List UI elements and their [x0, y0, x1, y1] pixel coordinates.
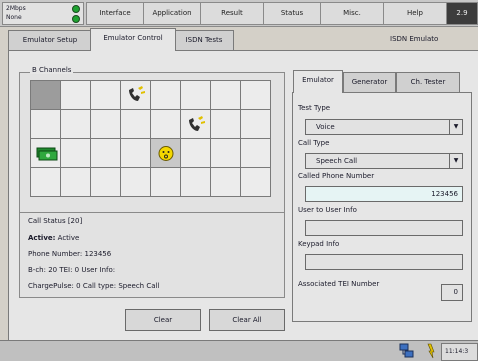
menu-interface[interactable]: Interface [86, 2, 144, 25]
channel-cell[interactable] [151, 110, 181, 139]
channel-cell[interactable] [31, 81, 61, 110]
power-plug-icon[interactable] [424, 343, 438, 359]
channel-cell[interactable] [91, 139, 121, 168]
keypad-info-input[interactable] [305, 254, 463, 270]
channel-cell[interactable] [151, 81, 181, 110]
channel-cell[interactable] [61, 139, 91, 168]
test-type-select[interactable]: Voice ▼ [305, 119, 463, 135]
channel-cell[interactable] [91, 168, 121, 197]
menu-application[interactable]: Application [143, 2, 201, 25]
charge-info-line: ChargePulse: 0 Call type: Speech Call [28, 282, 160, 290]
channel-cell[interactable] [31, 110, 61, 139]
channel-cell[interactable] [91, 110, 121, 139]
menu-misc[interactable]: Misc. [320, 2, 384, 25]
channel-cell[interactable] [61, 110, 91, 139]
channel-cell[interactable] [241, 168, 271, 197]
menu-status[interactable]: Status [263, 2, 321, 25]
channel-cell[interactable] [241, 110, 271, 139]
test-type-label: Test Type [298, 104, 331, 112]
channel-cell[interactable] [151, 168, 181, 197]
network-icon[interactable] [399, 343, 415, 359]
menu-result[interactable]: Result [200, 2, 264, 25]
active-value: Active [57, 234, 80, 242]
status-bar: 11:14:3 [0, 340, 478, 361]
smiley-icon [158, 146, 174, 161]
channel-cell[interactable] [61, 81, 91, 110]
chevron-down-icon: ▼ [449, 120, 462, 134]
channel-cell[interactable] [121, 168, 151, 197]
tab-emulator-setup[interactable]: Emulator Setup [8, 30, 92, 50]
tei-number-label: Associated TEI Number [298, 280, 380, 288]
channel-cell[interactable] [121, 139, 151, 168]
channel-cell[interactable] [211, 81, 241, 110]
user-to-user-label: User to User Info [298, 206, 357, 214]
channel-cell[interactable] [211, 139, 241, 168]
tab-generator[interactable]: Generator [343, 72, 396, 92]
active-label: Active: [28, 234, 56, 242]
active-status: Active: Active [28, 234, 79, 242]
clear-button[interactable]: Clear [125, 309, 201, 331]
chevron-down-icon: ▼ [449, 154, 462, 168]
called-number-value: 123456 [431, 190, 458, 198]
line-rate: 2Mbps [6, 5, 26, 12]
b-channel-info-line: B-ch: 20 TEI: 0 User Info: [28, 266, 116, 274]
channel-cell[interactable] [121, 81, 151, 110]
called-number-label: Called Phone Number [298, 172, 375, 180]
status-led-icon [72, 5, 80, 13]
tei-number-input[interactable]: 0 [441, 284, 463, 301]
call-status-title: Call Status [20] [28, 217, 83, 225]
channel-cell[interactable] [211, 110, 241, 139]
menu-help[interactable]: Help [383, 2, 447, 25]
clear-all-button[interactable]: Clear All [209, 309, 285, 331]
tab-emulator[interactable]: Emulator [293, 70, 343, 93]
clock: 11:14:3 [441, 343, 478, 361]
b-channels-title: B Channels [30, 66, 74, 74]
top-menu-bar: 2Mbps None Interface Application Result … [0, 0, 478, 27]
line-status-box[interactable]: 2Mbps None [2, 2, 84, 25]
called-number-input[interactable]: 123456 [305, 186, 463, 202]
phone-number-line: Phone Number: 123456 [28, 250, 112, 258]
call-type-value: Speech Call [316, 157, 358, 165]
channel-cell[interactable] [151, 139, 181, 168]
keypad-info-label: Keypad Info [298, 240, 340, 248]
tab-ch-tester[interactable]: Ch. Tester [396, 72, 460, 92]
channel-cell[interactable] [241, 139, 271, 168]
tab-emulator-control[interactable]: Emulator Control [90, 28, 176, 51]
phone-ringing-icon [129, 86, 145, 101]
tei-number-value: 0 [453, 288, 458, 296]
channel-cell[interactable] [181, 168, 211, 197]
b-channel-grid [30, 80, 271, 197]
version-label: 2.9 [446, 2, 478, 25]
channel-cell[interactable] [91, 81, 121, 110]
channel-cell[interactable] [211, 168, 241, 197]
money-icon [36, 147, 58, 161]
status-led-icon [72, 15, 80, 23]
channel-cell[interactable] [181, 139, 211, 168]
channel-cell[interactable] [61, 168, 91, 197]
user-to-user-input[interactable] [305, 220, 463, 236]
channel-cell[interactable] [31, 139, 61, 168]
line-mode: None [6, 14, 22, 21]
phone-ringing-icon [189, 116, 205, 131]
tab-isdn-tests[interactable]: ISDN Tests [174, 30, 234, 50]
channel-cell[interactable] [181, 81, 211, 110]
channel-cell[interactable] [121, 110, 151, 139]
call-type-select[interactable]: Speech Call ▼ [305, 153, 463, 169]
section-title: ISDN Emulato [390, 35, 439, 43]
channel-cell[interactable] [181, 110, 211, 139]
test-type-value: Voice [316, 123, 335, 131]
call-type-label: Call Type [298, 139, 330, 147]
channel-cell[interactable] [241, 81, 271, 110]
channel-cell[interactable] [31, 168, 61, 197]
